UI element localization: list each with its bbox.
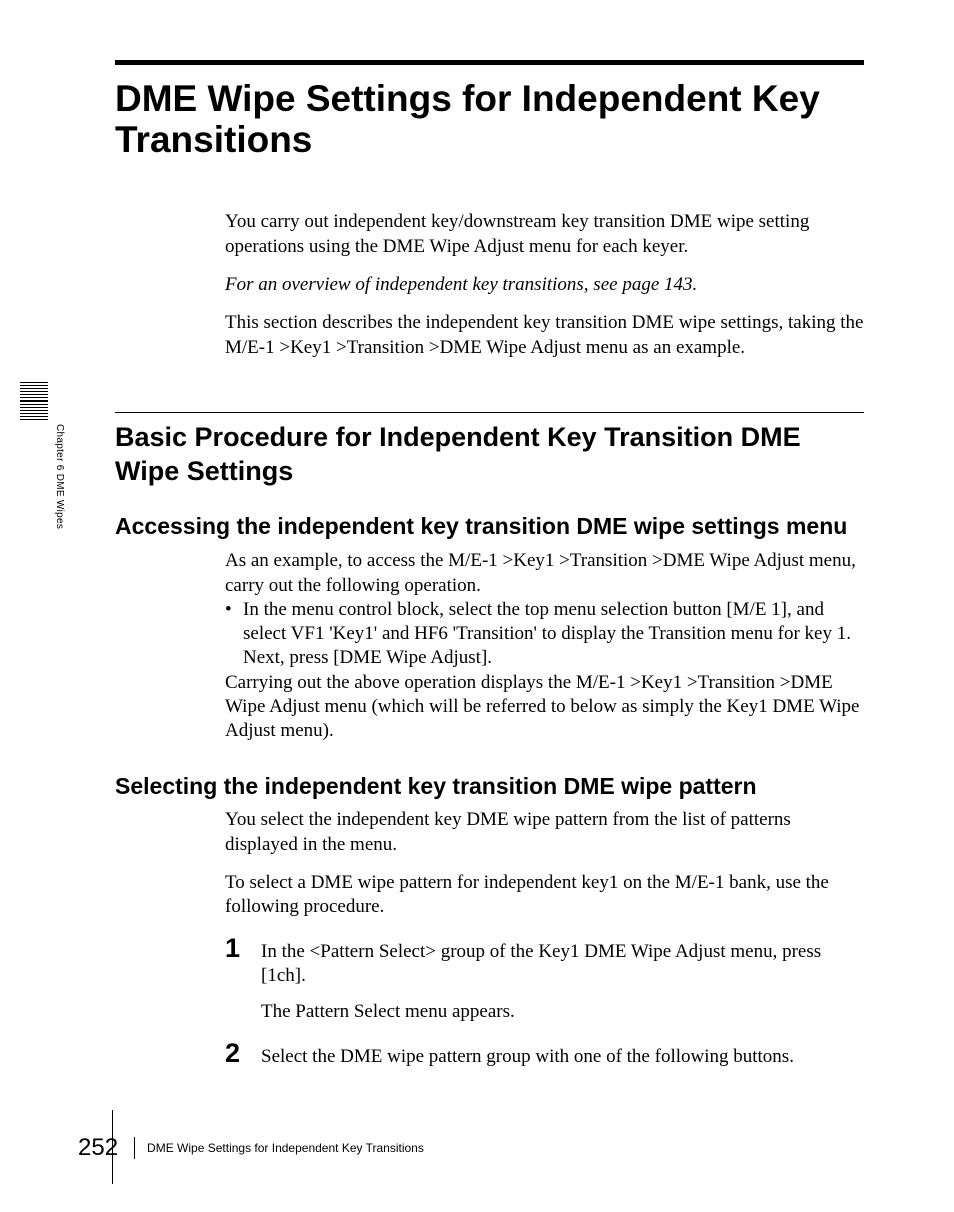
step-number: 1 [225,934,261,962]
step-text: Select the DME wipe pattern group with o… [261,1039,794,1069]
step-number: 2 [225,1039,261,1067]
page-footer: 252 DME Wipe Settings for Independent Ke… [78,1134,424,1162]
section-heading: Basic Procedure for Independent Key Tran… [115,421,864,489]
sub2-paragraph-1: You select the independent key DME wipe … [225,808,864,857]
sub2-paragraph-2: To select a DME wipe pattern for indepen… [225,871,864,920]
sidebar-lines-icon [20,382,48,420]
intro-paragraph-3: This section describes the independent k… [225,311,864,360]
sub1-paragraph-2: Carrying out the above operation display… [225,671,864,744]
page-number: 252 [78,1134,118,1162]
sidebar-chapter-label: Chapter 6 DME Wipes [54,424,65,529]
page-title: DME Wipe Settings for Independent Key Tr… [115,79,864,160]
sub1-bullet: In the menu control block, select the to… [225,598,864,671]
step-text: In the <Pattern Select> group of the Key… [261,934,864,989]
step-1-sub: The Pattern Select menu appears. [261,1000,864,1024]
sub1-paragraph-1: As an example, to access the M/E-1 >Key1… [225,549,864,598]
sidebar-chapter-marker: Chapter 6 DME Wipes [20,378,65,529]
step-2: 2 Select the DME wipe pattern group with… [225,1039,864,1069]
intro-paragraph-1: You carry out independent key/downstream… [225,210,864,259]
subsection-heading-1: Accessing the independent key transition… [115,512,864,541]
subsection-heading-2: Selecting the independent key transition… [115,772,864,801]
intro-paragraph-2: For an overview of independent key trans… [225,273,864,297]
footer-title: DME Wipe Settings for Independent Key Tr… [147,1141,424,1155]
step-1: 1 In the <Pattern Select> group of the K… [225,934,864,989]
